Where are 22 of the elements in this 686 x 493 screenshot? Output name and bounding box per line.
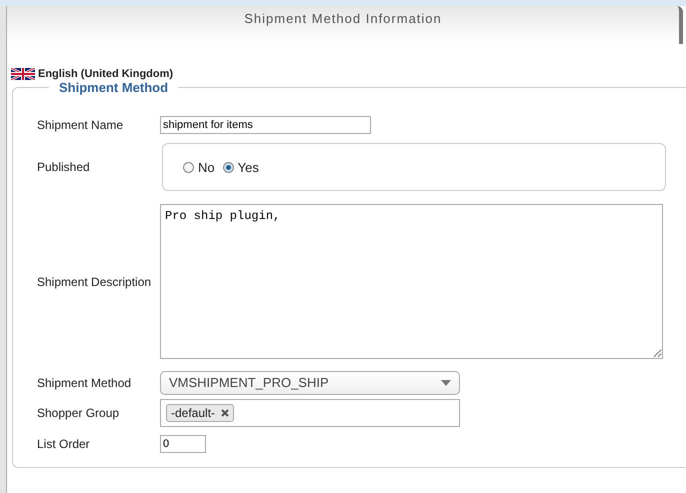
field-label: List Order [37, 437, 91, 451]
radio-button[interactable] [222, 162, 234, 172]
tag-label: -default- [171, 406, 216, 420]
tag-field[interactable]: -default- [160, 399, 460, 427]
dropdown[interactable]: VMSHIPMENT_PRO_SHIP [160, 370, 460, 394]
field-label: Shopper Group [37, 406, 120, 420]
radio-label: Yes [238, 160, 259, 174]
remove-icon[interactable] [221, 409, 230, 417]
text-field[interactable]: shipment for items [160, 116, 371, 134]
field-label: Published [37, 160, 91, 174]
flag-icon [11, 68, 35, 80]
text-field[interactable]: 0 [160, 435, 206, 453]
caret-icon [441, 380, 451, 386]
fieldset-legend: Shipment Method [49, 80, 178, 95]
radio-label: No [198, 160, 215, 174]
field-label: Shipment Description [37, 274, 152, 288]
field-label: Shipment Method [37, 376, 132, 390]
panel-title: Shipment Method Information [244, 11, 442, 28]
field-label: Shipment Name [37, 118, 124, 132]
language-label: English (United Kingdom) [38, 68, 174, 80]
description-field[interactable]: Pro ship plugin, [160, 204, 663, 359]
radio-button[interactable] [183, 162, 194, 172]
